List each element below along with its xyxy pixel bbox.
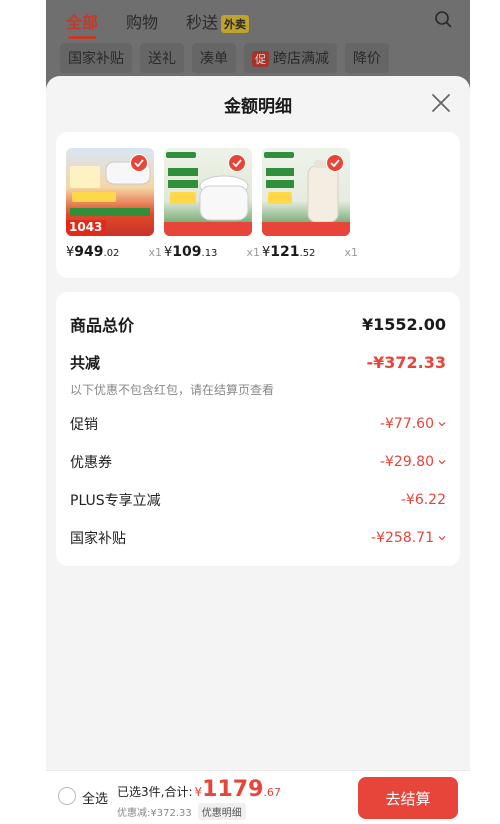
discount-detail-link[interactable]: 优惠明细: [197, 803, 246, 820]
price-decimal: .13: [201, 248, 218, 259]
promotion-amount: -¥77.60: [379, 416, 434, 432]
checkout-button[interactable]: 去结算: [358, 777, 458, 819]
product-quantity: x1: [246, 246, 260, 259]
coupon-amount: -¥29.80: [379, 454, 434, 470]
selected-count-text: 已选3件,合计:: [117, 785, 193, 799]
price-decimal: .52: [299, 248, 316, 259]
promotion-label: 促销: [70, 417, 98, 433]
chevron-down-icon: [438, 460, 446, 465]
plus-discount-value: -¥6.22: [400, 492, 446, 508]
checkout-bar: 全选 已选3件,合计: ¥ 1179 .67 优惠减:¥372.33 优惠明细 …: [46, 770, 470, 824]
national-subsidy-amount: -¥258.71: [371, 530, 434, 546]
category-combine-order[interactable]: 凑单: [192, 43, 236, 73]
sheet-title: 金额明细: [224, 97, 292, 117]
saved-line: 优惠减:¥372.33 优惠明细: [117, 803, 246, 820]
select-all-label[interactable]: 全选: [82, 788, 108, 807]
coupon-value: -¥29.80: [380, 454, 446, 470]
product-price: ¥ 949 .02 x1: [66, 244, 162, 260]
promotion-value: -¥77.60: [380, 416, 446, 432]
category-price-drop[interactable]: 降价: [345, 43, 389, 73]
category-national-subsidy[interactable]: 国家补贴: [60, 43, 132, 73]
tab-shopping[interactable]: 购物: [126, 9, 158, 33]
category-gift[interactable]: 送礼: [140, 43, 184, 73]
total-price-label: 商品总价: [70, 316, 135, 335]
currency-symbol: ¥: [164, 245, 173, 260]
saved-amount: 优惠减:¥372.33: [117, 808, 192, 819]
total-reduction-label: 共减: [70, 354, 101, 372]
currency-symbol: ¥: [262, 245, 271, 260]
product-item[interactable]: 1043 ¥ 949 .02 x1: [66, 148, 162, 260]
price-integer: 949: [74, 244, 104, 260]
product-image: [164, 148, 252, 236]
category-row: 国家补贴 送礼 凑单 促跨店满减 降价: [46, 42, 470, 74]
product-item[interactable]: ¥ 109 .13 x1: [164, 148, 260, 260]
plus-discount-row: PLUS专享立减 -¥6.22: [70, 490, 446, 510]
thumb-price-label: 1043: [69, 220, 103, 234]
amount-detail-card: 商品总价 ¥1552.00 共减 -¥372.33 以下优惠不包含红包，请在结算…: [56, 292, 460, 566]
tab-miaosong-label: 秒送: [186, 13, 219, 32]
waimai-badge: 外卖: [221, 14, 250, 33]
national-subsidy-label: 国家补贴: [70, 531, 126, 547]
total-price-row: 商品总价 ¥1552.00: [70, 312, 446, 336]
chevron-down-icon: [438, 536, 446, 541]
total-integer: 1179: [202, 777, 264, 802]
product-price: ¥ 121 .52 x1: [262, 244, 358, 260]
coupon-label: 优惠券: [70, 455, 112, 471]
total-reduction-row: 共减 -¥372.33: [70, 352, 446, 373]
top-tabs: 全部 购物 秒送 外卖: [46, 8, 470, 39]
total-decimal: .67: [263, 786, 281, 799]
check-icon[interactable]: [130, 154, 148, 172]
product-image: [262, 148, 350, 236]
search-icon[interactable]: [434, 10, 452, 28]
category-cross-store[interactable]: 促跨店满减: [244, 43, 337, 73]
total-currency: ¥: [194, 785, 203, 799]
promo-tag: 促: [252, 51, 269, 67]
coupon-row[interactable]: 优惠券 -¥29.80: [70, 452, 446, 472]
category-cross-store-label: 跨店满减: [273, 51, 329, 67]
amount-detail-sheet: 金额明细 1043 ¥ 949 .02 x1 ¥ 109 .13 x1 ¥ 12…: [46, 76, 470, 824]
plus-discount-label: PLUS专享立减: [70, 493, 161, 509]
total-reduction-value: -¥372.33: [366, 353, 446, 372]
close-icon[interactable]: [430, 92, 452, 114]
currency-symbol: ¥: [66, 245, 75, 260]
price-integer: 121: [270, 244, 300, 260]
products-card: 1043 ¥ 949 .02 x1 ¥ 109 .13 x1 ¥ 121 .52…: [56, 132, 460, 278]
promotion-row[interactable]: 促销 -¥77.60: [70, 414, 446, 434]
check-icon[interactable]: [326, 154, 344, 172]
total-price-value: ¥1552.00: [361, 314, 446, 334]
chevron-down-icon: [438, 422, 446, 427]
select-all-radio[interactable]: [58, 787, 76, 805]
price-integer: 109: [172, 244, 202, 260]
price-decimal: .02: [103, 248, 120, 259]
check-icon[interactable]: [228, 154, 246, 172]
reduction-note: 以下优惠不包含红包，请在结算页查看: [70, 383, 275, 397]
phone-screen: 全部 购物 秒送 外卖 国家补贴 送礼 凑单 促跨店满减 降价 金额明细 104…: [46, 0, 470, 824]
national-subsidy-value: -¥258.71: [371, 530, 446, 546]
tab-miaosong[interactable]: 秒送 外卖: [186, 9, 250, 33]
national-subsidy-row[interactable]: 国家补贴 -¥258.71: [70, 528, 446, 548]
product-quantity: x1: [344, 246, 358, 259]
product-item[interactable]: ¥ 121 .52 x1: [262, 148, 358, 260]
tab-all[interactable]: 全部: [66, 9, 98, 39]
product-quantity: x1: [148, 246, 162, 259]
selected-total: 已选3件,合计: ¥ 1179 .67: [117, 777, 281, 802]
product-image: 1043: [66, 148, 154, 236]
product-price: ¥ 109 .13 x1: [164, 244, 260, 260]
